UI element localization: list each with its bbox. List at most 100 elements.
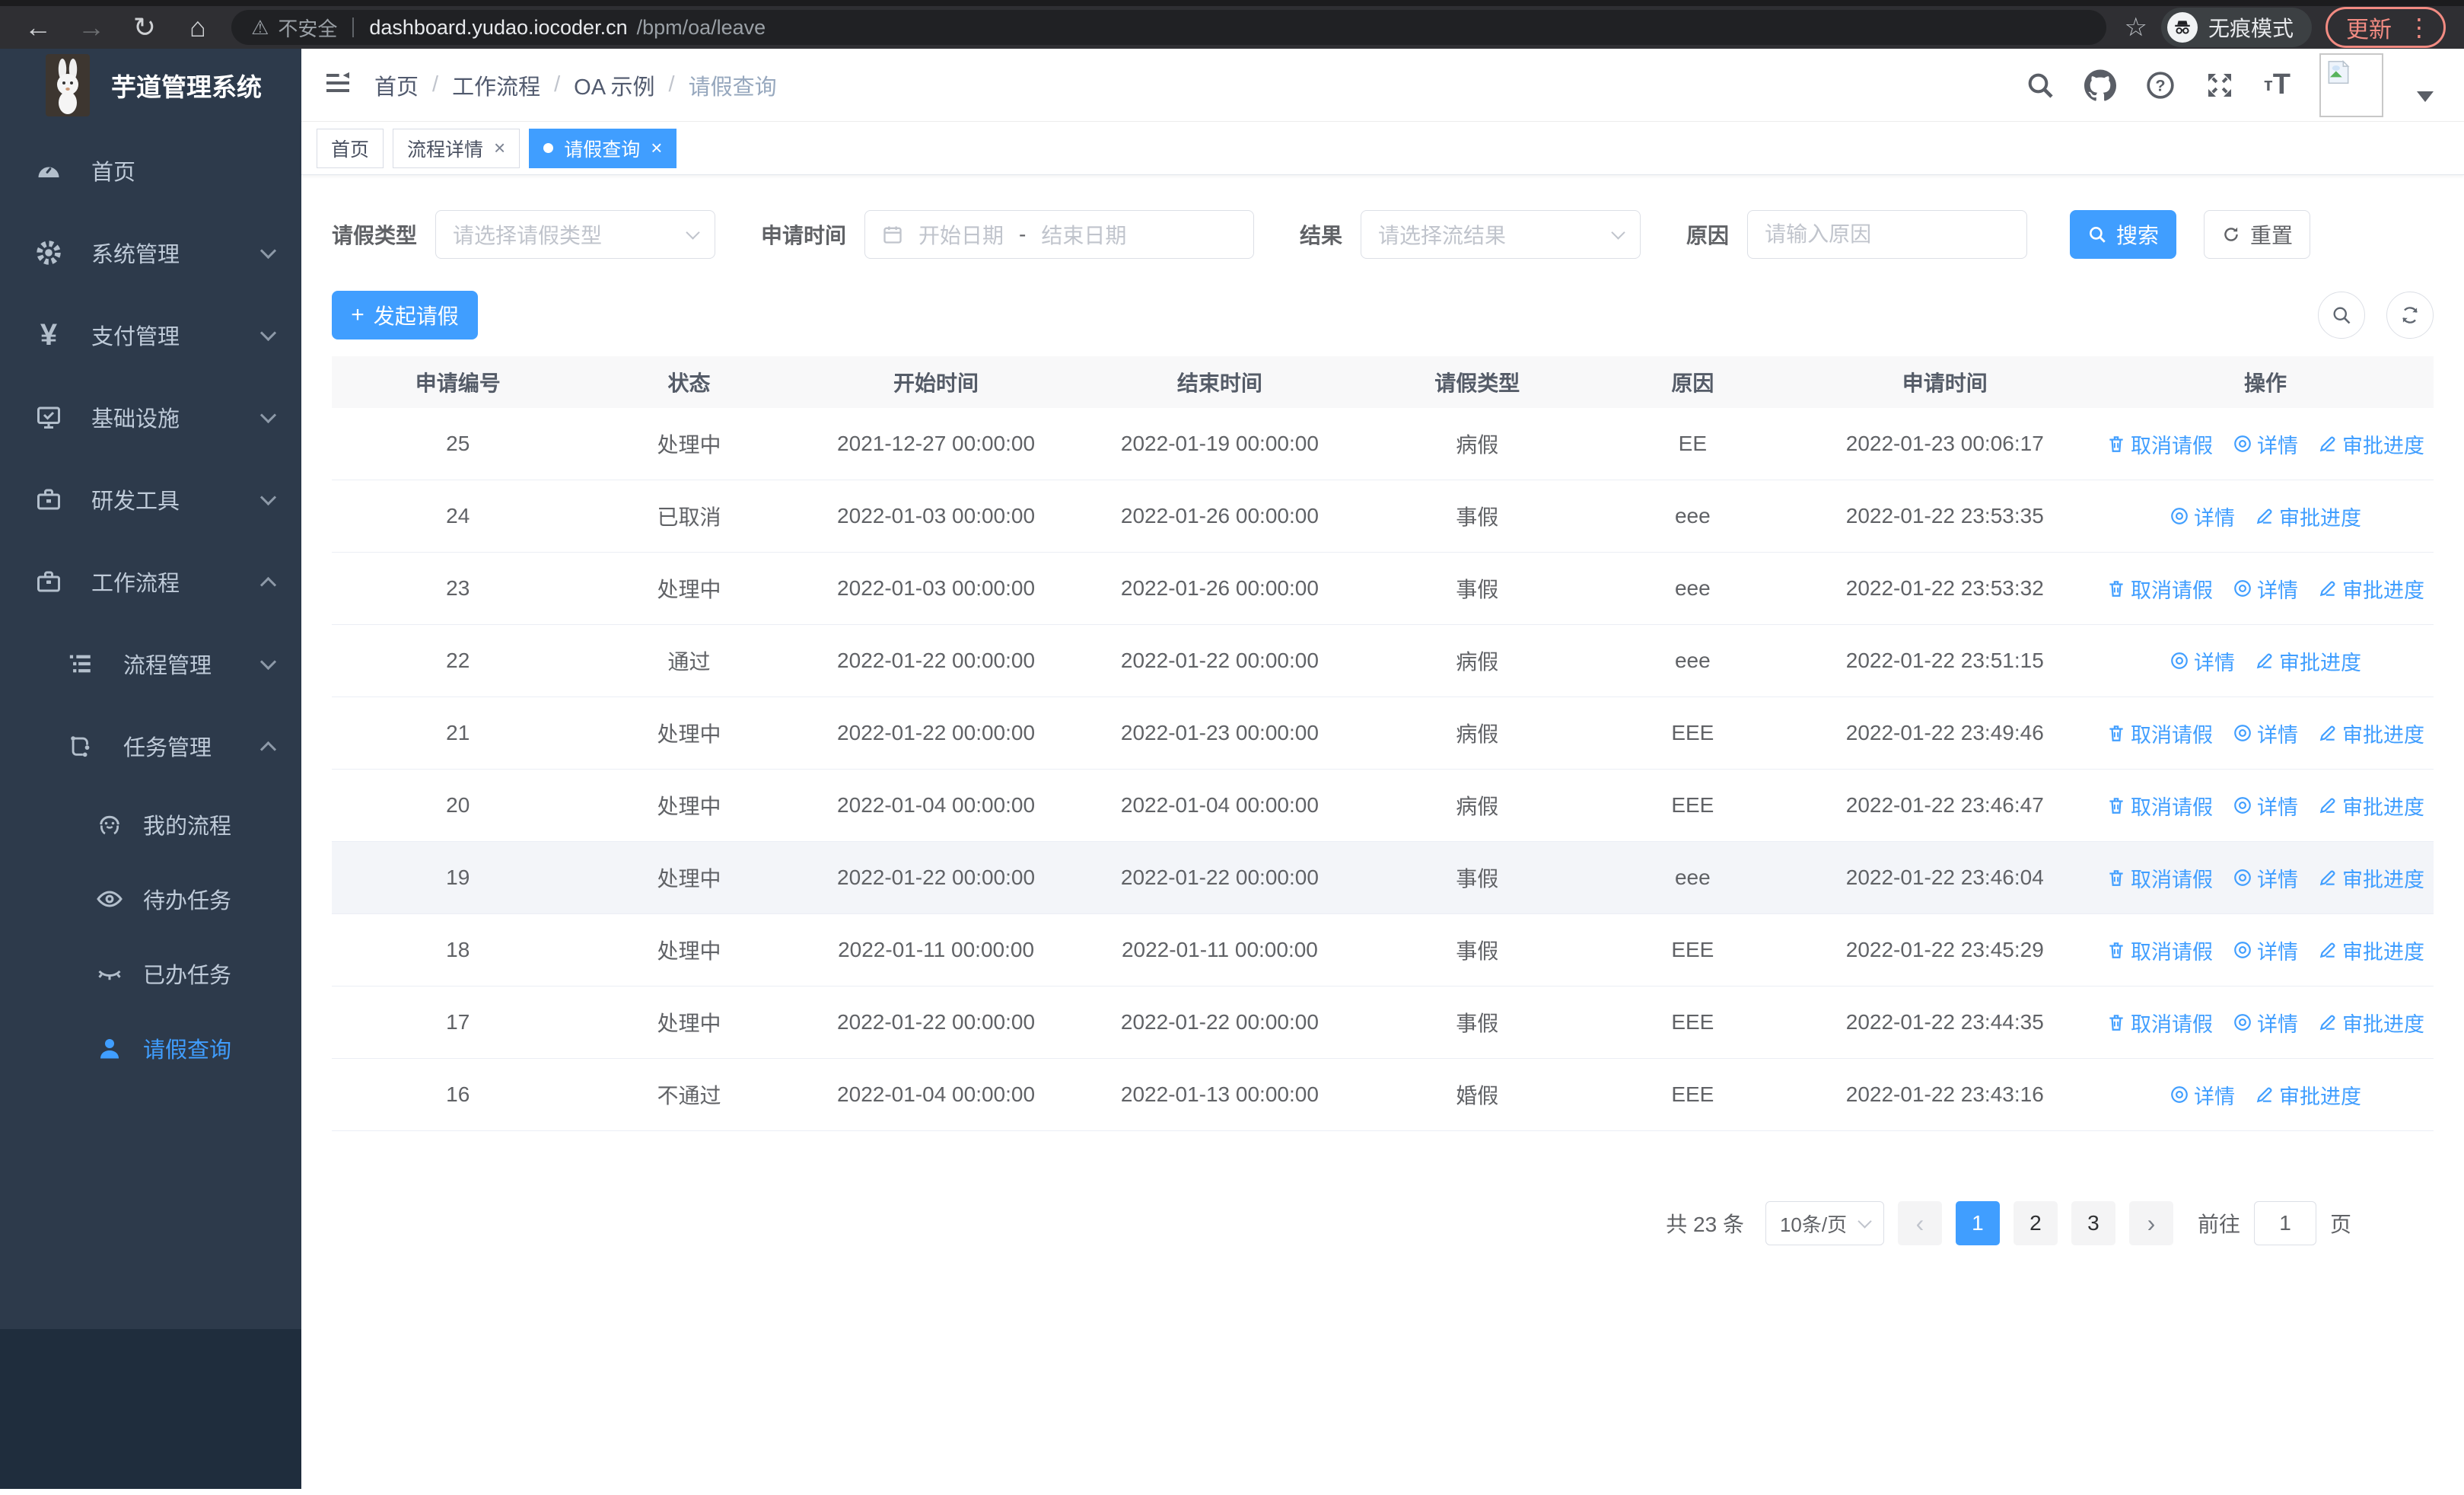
search-button[interactable]: 搜索 (2070, 210, 2177, 259)
sidebar-item-leave-query[interactable]: 请假查询 (0, 1011, 301, 1085)
reset-button[interactable]: 重置 (2204, 210, 2311, 259)
column-header-end: 结束时间 (1176, 371, 1262, 395)
goto-page-input[interactable] (2253, 1201, 2316, 1245)
leave-type-select[interactable]: 请选择请假类型 (435, 210, 716, 259)
cancel-leave-link[interactable]: 取消请假 (2106, 863, 2213, 893)
sidebar-item-done-tasks[interactable]: 已办任务 (0, 936, 301, 1011)
sidebar-item-payment[interactable]: ¥ 支付管理 (0, 294, 301, 376)
progress-link[interactable]: 审批进度 (2318, 863, 2424, 893)
prev-page-button[interactable]: ‹ (1897, 1201, 1942, 1245)
cancel-leave-link[interactable]: 取消请假 (2106, 936, 2213, 965)
next-page-button[interactable]: › (2128, 1201, 2173, 1245)
user-menu-caret-icon[interactable] (2417, 91, 2434, 102)
detail-link[interactable]: 详情 (2233, 863, 2298, 893)
user-icon (93, 1034, 126, 1062)
cell-status: 不通过 (657, 1084, 721, 1108)
url-bar[interactable]: ⚠ 不安全 dashboard.yudao.iocoder.cn/bpm/oa/… (231, 10, 2106, 45)
cell-leave-type: 病假 (1456, 433, 1499, 457)
detail-link[interactable]: 详情 (2170, 502, 2235, 531)
detail-link[interactable]: 详情 (2233, 936, 2298, 965)
result-select[interactable]: 请选择流结果 (1361, 210, 1641, 259)
tab-process-detail[interactable]: 流程详情 × (393, 128, 520, 168)
refresh-table-button[interactable] (2386, 292, 2434, 339)
cell-apply-time: 2022-01-22 23:53:32 (1845, 576, 2044, 600)
breadcrumb-home[interactable]: 首页 (374, 69, 419, 101)
detail-link[interactable]: 详情 (2233, 791, 2298, 821)
url-host: dashboard.yudao.iocoder.cn (369, 15, 628, 39)
detail-link[interactable]: 详情 (2233, 429, 2298, 459)
progress-link[interactable]: 审批进度 (2318, 429, 2424, 459)
table-toolbar: + 发起请假 (332, 291, 2434, 339)
progress-link[interactable]: 审批进度 (2318, 791, 2424, 821)
detail-link[interactable]: 详情 (2233, 1008, 2298, 1038)
cancel-leave-link[interactable]: 取消请假 (2106, 574, 2213, 604)
progress-link[interactable]: 审批进度 (2318, 936, 2424, 965)
progress-link[interactable]: 审批进度 (2255, 502, 2361, 531)
sidebar-item-home[interactable]: 首页 (0, 129, 301, 212)
page-button-3[interactable]: 3 (2071, 1201, 2115, 1245)
tab-home[interactable]: 首页 (317, 128, 384, 168)
fullscreen-icon[interactable] (2205, 70, 2235, 100)
help-icon[interactable]: ? (2145, 70, 2176, 100)
breadcrumb-workflow[interactable]: 工作流程 (452, 69, 540, 101)
cancel-leave-link[interactable]: 取消请假 (2106, 1008, 2213, 1038)
page-button-1[interactable]: 1 (1955, 1201, 2000, 1245)
sidebar-item-system[interactable]: 系统管理 (0, 212, 301, 294)
avatar[interactable] (2319, 53, 2383, 117)
url-divider (352, 18, 355, 37)
font-size-icon[interactable]: тT (2264, 69, 2291, 101)
cancel-leave-link[interactable]: 取消请假 (2106, 429, 2213, 459)
sidebar-item-infra[interactable]: 基础设施 (0, 376, 301, 458)
reason-input[interactable] (1765, 222, 2010, 247)
create-leave-button[interactable]: + 发起请假 (332, 291, 478, 339)
cell-actions: 取消请假 详情 审批进度 (2097, 936, 2434, 965)
menu-spacer (0, 1085, 301, 1329)
progress-link[interactable]: 审批进度 (2318, 574, 2424, 604)
sidebar-item-process-mgmt[interactable]: 流程管理 (0, 623, 301, 705)
cell-id: 20 (446, 793, 470, 817)
close-icon[interactable]: × (651, 136, 662, 160)
cell-end-time: 2022-01-22 00:00:00 (1120, 649, 1319, 672)
sidebar-menu: 首页 系统管理 ¥ 支付管理 基础设施 研发工具 工作流程 流程管理 任务管理 … (0, 122, 301, 1329)
back-icon[interactable]: ← (18, 8, 58, 47)
update-button[interactable]: 更新 ⋮ (2326, 7, 2446, 48)
search-icon[interactable] (2025, 70, 2055, 100)
detail-link[interactable]: 详情 (2170, 1080, 2235, 1110)
app-logo[interactable]: 芋道管理系统 (0, 49, 301, 122)
apply-time-range-picker[interactable]: 开始日期 - 结束日期 (864, 210, 1255, 259)
eye-open-icon (93, 885, 126, 913)
cancel-leave-link[interactable]: 取消请假 (2106, 719, 2213, 748)
sidebar-item-task-mgmt[interactable]: 任务管理 (0, 705, 301, 787)
browser-menu-icon[interactable]: ⋮ (2407, 13, 2431, 42)
detail-link[interactable]: 详情 (2233, 719, 2298, 748)
reload-icon[interactable]: ↻ (125, 8, 164, 47)
robot-icon (93, 811, 126, 838)
refresh-icon (2224, 227, 2238, 241)
github-icon[interactable] (2084, 69, 2117, 101)
detail-link[interactable]: 详情 (2233, 574, 2298, 604)
close-icon[interactable]: × (494, 136, 505, 160)
column-header-type: 请假类型 (1434, 371, 1520, 395)
sidebar-item-workflow[interactable]: 工作流程 (0, 540, 301, 623)
sidebar-item-label: 已办任务 (143, 964, 232, 988)
page-button-2[interactable]: 2 (2013, 1201, 2058, 1245)
tab-leave-query[interactable]: 请假查询 × (529, 128, 677, 168)
forward-icon[interactable]: → (72, 8, 111, 47)
home-icon[interactable]: ⌂ (178, 8, 218, 47)
cell-apply-time: 2022-01-23 00:06:17 (1845, 432, 2044, 455)
progress-link[interactable]: 审批进度 (2318, 719, 2424, 748)
breadcrumb-oa[interactable]: OA 示例 (574, 69, 654, 101)
detail-link[interactable]: 详情 (2170, 646, 2235, 676)
progress-link[interactable]: 审批进度 (2255, 1080, 2361, 1110)
sidebar-item-devtools[interactable]: 研发工具 (0, 458, 301, 540)
progress-link[interactable]: 审批进度 (2318, 1008, 2424, 1038)
toggle-search-button[interactable] (2318, 292, 2365, 339)
cancel-leave-link[interactable]: 取消请假 (2106, 791, 2213, 821)
progress-link[interactable]: 审批进度 (2255, 646, 2361, 676)
sidebar-item-my-process[interactable]: 我的流程 (0, 787, 301, 862)
collapse-sidebar-icon[interactable] (323, 68, 353, 102)
page-size-select[interactable]: 10条/页 (1765, 1201, 1884, 1245)
sidebar-item-todo-tasks[interactable]: 待办任务 (0, 862, 301, 936)
cell-start-time: 2022-01-03 00:00:00 (837, 576, 1036, 600)
bookmark-star-icon[interactable]: ☆ (2125, 12, 2147, 43)
